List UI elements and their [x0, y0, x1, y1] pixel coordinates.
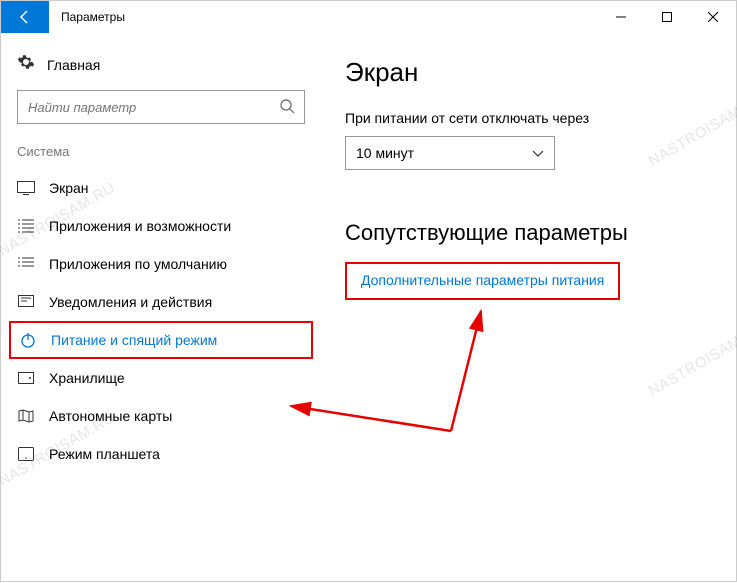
sidebar-item-label: Приложения по умолчанию	[49, 256, 227, 272]
minimize-icon	[616, 12, 626, 22]
titlebar: Параметры	[1, 1, 736, 33]
monitor-icon	[17, 181, 35, 195]
related-heading: Сопутствующие параметры	[345, 220, 712, 246]
annotation-box: Дополнительные параметры питания	[345, 262, 620, 300]
home-row[interactable]: Главная	[1, 45, 321, 90]
window-controls	[598, 1, 736, 33]
power-icon	[19, 332, 37, 348]
close-button[interactable]	[690, 1, 736, 33]
sidebar-item-label: Приложения и возможности	[49, 218, 231, 234]
back-button[interactable]	[1, 1, 49, 33]
select-value: 10 минут	[356, 145, 414, 161]
notification-icon	[17, 295, 35, 309]
main-panel: Экран При питании от сети отключать чере…	[321, 33, 736, 581]
sidebar: Главная Система Экран Приложения и возмо…	[1, 33, 321, 581]
maximize-icon	[662, 12, 672, 22]
sidebar-item-storage[interactable]: Хранилище	[1, 359, 321, 397]
minimize-button[interactable]	[598, 1, 644, 33]
gear-icon	[17, 53, 35, 76]
sidebar-item-offline-maps[interactable]: Автономные карты	[1, 397, 321, 435]
window-title: Параметры	[49, 1, 598, 33]
home-label: Главная	[47, 57, 100, 73]
search-wrap	[1, 90, 321, 138]
maximize-button[interactable]	[644, 1, 690, 33]
chevron-down-icon	[532, 145, 544, 161]
sidebar-item-power-sleep[interactable]: Питание и спящий режим	[9, 321, 313, 359]
map-icon	[17, 409, 35, 423]
sidebar-item-label: Питание и спящий режим	[51, 332, 217, 348]
section-heading: Экран	[345, 57, 712, 88]
sidebar-item-default-apps[interactable]: Приложения по умолчанию	[1, 245, 321, 283]
search-icon	[279, 98, 295, 119]
sidebar-item-notifications[interactable]: Уведомления и действия	[1, 283, 321, 321]
arrow-left-icon	[17, 9, 33, 25]
defaults-icon	[17, 257, 35, 271]
content: Главная Система Экран Приложения и возмо…	[1, 33, 736, 581]
category-label: Система	[1, 138, 321, 169]
timeout-select[interactable]: 10 минут	[345, 136, 555, 170]
field-label: При питании от сети отключать через	[345, 110, 712, 126]
additional-power-link[interactable]: Дополнительные параметры питания	[361, 272, 604, 288]
sidebar-item-label: Уведомления и действия	[49, 294, 212, 310]
storage-icon	[17, 372, 35, 384]
close-icon	[708, 12, 718, 22]
sidebar-item-label: Хранилище	[49, 370, 125, 386]
search-input[interactable]	[17, 90, 305, 124]
sidebar-item-display[interactable]: Экран	[1, 169, 321, 207]
